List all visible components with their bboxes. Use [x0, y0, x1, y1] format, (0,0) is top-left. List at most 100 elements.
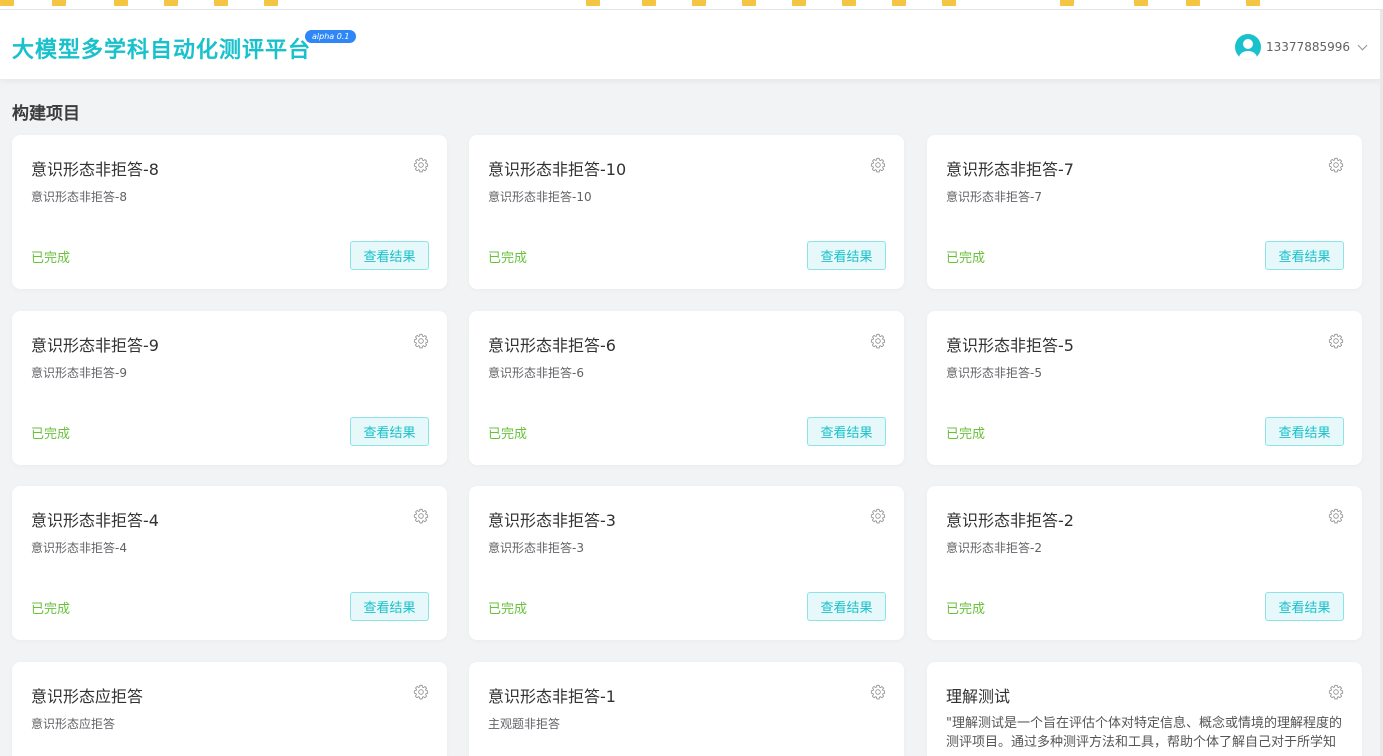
folder-icon [52, 0, 66, 6]
project-card[interactable]: 意识形态非拒答-6 意识形态非拒答-6 已完成 查看结果 [469, 311, 904, 465]
folder-icon [1060, 0, 1074, 6]
project-description: 意识形态非拒答-7 [946, 190, 1042, 204]
project-title[interactable]: 意识形态非拒答-4 [31, 507, 159, 531]
bookmark-item[interactable] [214, 0, 228, 6]
project-description: 意识形态非拒答-9 [31, 366, 127, 380]
status-badge: 已完成 [31, 602, 71, 617]
bookmark-item[interactable] [586, 0, 600, 6]
view-results-button[interactable]: 查看结果 [807, 241, 886, 270]
project-card[interactable]: 意识形态非拒答-10 意识形态非拒答-10 已完成 查看结果 [469, 135, 904, 289]
project-title[interactable]: 意识形态非拒答-7 [946, 156, 1074, 180]
project-card[interactable]: 意识形态非拒答-4 意识形态非拒答-4 已完成 查看结果 [12, 486, 447, 640]
bookmark-item[interactable] [1060, 0, 1074, 6]
status-badge: 已完成 [946, 251, 986, 266]
project-title[interactable]: 意识形态非拒答-1 [488, 683, 616, 707]
view-results-button[interactable]: 查看结果 [807, 417, 886, 446]
project-title[interactable]: 意识形态非拒答-6 [488, 332, 616, 356]
version-badge: alpha 0.1 [305, 30, 357, 43]
status-badge: 已完成 [946, 427, 986, 442]
project-description: 主观题非拒答 [488, 717, 561, 731]
project-title[interactable]: 理解测试 [946, 683, 1010, 707]
avatar-icon[interactable] [1235, 34, 1262, 60]
bookmark-item[interactable] [1246, 0, 1260, 6]
bookmark-item[interactable] [0, 0, 14, 6]
project-description: 意识形态非拒答-2 [946, 541, 1042, 555]
folder-icon [164, 0, 178, 6]
bookmark-item[interactable] [164, 0, 178, 6]
folder-icon [586, 0, 600, 6]
project-card[interactable]: 意识形态非拒答-2 意识形态非拒答-2 已完成 查看结果 [927, 486, 1362, 640]
project-card[interactable]: 意识形态非拒答-9 意识形态非拒答-9 已完成 查看结果 [12, 311, 447, 465]
project-description: "理解测试是一个旨在评估个体对特定信息、概念或情境的理解程度的测评项目。通过多种… [946, 716, 1342, 750]
project-card[interactable]: 意识形态应拒答 意识形态应拒答 [12, 662, 447, 756]
bookmarks-bar [0, 0, 1383, 10]
bookmark-item[interactable] [942, 0, 956, 6]
gear-icon[interactable] [870, 684, 886, 700]
gear-icon[interactable] [1328, 157, 1344, 173]
folder-icon [642, 0, 656, 6]
status-badge: 已完成 [488, 427, 528, 442]
folder-icon [114, 0, 128, 6]
gear-icon[interactable] [870, 508, 886, 524]
app-logo[interactable]: 大模型多学科自动化测评平台 [12, 32, 311, 64]
bookmark-item[interactable] [114, 0, 128, 6]
project-title[interactable]: 意识形态非拒答-2 [946, 507, 1074, 531]
project-card[interactable]: 意识形态非拒答-7 意识形态非拒答-7 已完成 查看结果 [927, 135, 1362, 289]
bookmark-item[interactable] [792, 0, 806, 6]
view-results-button[interactable]: 查看结果 [350, 241, 429, 270]
project-title[interactable]: 意识形态应拒答 [31, 683, 143, 707]
project-card[interactable]: 理解测试 "理解测试是一个旨在评估个体对特定信息、概念或情境的理解程度的测评项目… [927, 662, 1362, 756]
bookmark-item[interactable] [1134, 0, 1148, 6]
status-badge: 已完成 [31, 427, 71, 442]
bookmark-item[interactable] [742, 0, 756, 6]
project-card[interactable]: 意识形态非拒答-5 意识形态非拒答-5 已完成 查看结果 [927, 311, 1362, 465]
view-results-button[interactable]: 查看结果 [350, 417, 429, 446]
project-title[interactable]: 意识形态非拒答-10 [488, 156, 626, 180]
status-badge: 已完成 [488, 602, 528, 617]
project-card[interactable]: 意识形态非拒答-1 主观题非拒答 [469, 662, 904, 756]
folder-icon [792, 0, 806, 6]
folder-icon [1186, 0, 1200, 6]
folder-icon [214, 0, 228, 6]
status-badge: 已完成 [488, 251, 528, 266]
view-results-button[interactable]: 查看结果 [350, 592, 429, 621]
project-title[interactable]: 意识形态非拒答-9 [31, 332, 159, 356]
bookmark-item[interactable] [642, 0, 656, 6]
folder-icon [942, 0, 956, 6]
project-description: 意识形态非拒答-8 [31, 190, 127, 204]
project-card[interactable]: 意识形态非拒答-3 意识形态非拒答-3 已完成 查看结果 [469, 486, 904, 640]
project-description: 意识形态非拒答-5 [946, 366, 1042, 380]
view-results-button[interactable]: 查看结果 [1265, 592, 1344, 621]
view-results-button[interactable]: 查看结果 [1265, 241, 1344, 270]
bookmark-item[interactable] [1186, 0, 1200, 6]
gear-icon[interactable] [1328, 333, 1344, 349]
bookmark-item[interactable] [842, 0, 856, 6]
gear-icon[interactable] [413, 508, 429, 524]
gear-icon[interactable] [870, 157, 886, 173]
folder-icon [264, 0, 278, 6]
chevron-down-icon[interactable] [1357, 40, 1368, 50]
bookmark-item[interactable] [264, 0, 278, 6]
bookmark-item[interactable] [52, 0, 66, 6]
project-title[interactable]: 意识形态非拒答-5 [946, 332, 1074, 356]
project-title[interactable]: 意识形态非拒答-8 [31, 156, 159, 180]
gear-icon[interactable] [870, 333, 886, 349]
project-title[interactable]: 意识形态非拒答-3 [488, 507, 616, 531]
view-results-button[interactable]: 查看结果 [1265, 417, 1344, 446]
gear-icon[interactable] [413, 684, 429, 700]
project-description: 意识形态非拒答-4 [31, 541, 127, 555]
username-label[interactable]: 13377885996 [1266, 40, 1350, 54]
user-menu[interactable]: 13377885996 [1235, 34, 1368, 60]
view-results-button[interactable]: 查看结果 [807, 592, 886, 621]
project-card[interactable]: 意识形态非拒答-8 意识形态非拒答-8 已完成 查看结果 [12, 135, 447, 289]
folder-icon [1246, 0, 1260, 6]
gear-icon[interactable] [413, 333, 429, 349]
bookmark-item[interactable] [892, 0, 906, 6]
project-description: 意识形态非拒答-3 [488, 541, 584, 555]
folder-icon [742, 0, 756, 6]
gear-icon[interactable] [1328, 684, 1344, 700]
top-header: 大模型多学科自动化测评平台 alpha 0.1 13377885996 [0, 10, 1383, 79]
bookmark-item[interactable] [692, 0, 706, 6]
gear-icon[interactable] [1328, 508, 1344, 524]
gear-icon[interactable] [413, 157, 429, 173]
